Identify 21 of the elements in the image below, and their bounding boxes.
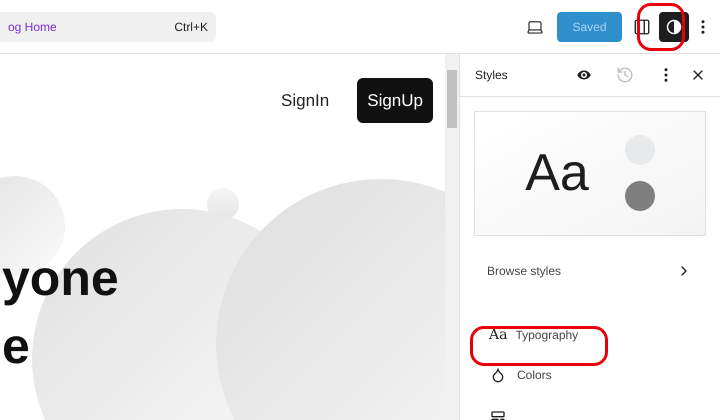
scrollbar[interactable]	[445, 54, 459, 420]
page-title: og Home	[8, 18, 57, 36]
sidebar-toggle-icon[interactable]	[633, 18, 651, 36]
signup-button[interactable]: SignUp	[357, 78, 433, 123]
contrast-icon	[666, 18, 682, 34]
command-search-field[interactable]: og Home Ctrl+K	[0, 12, 216, 42]
typography-glyph: Aa	[489, 326, 508, 344]
colors-item[interactable]: Colors	[474, 360, 706, 390]
hero-headline: yone	[1, 253, 120, 303]
droplet-icon	[490, 367, 506, 383]
color-swatch	[624, 181, 655, 212]
highlight-ring	[637, 3, 685, 51]
preview-sample-text: Aa	[525, 147, 589, 200]
scrollbar-thumb[interactable]	[447, 70, 457, 128]
hero-headline: e	[1, 321, 31, 371]
browse-styles-item[interactable]: Browse styles	[474, 258, 706, 284]
styles-toggle-button[interactable]	[659, 12, 689, 42]
signin-link[interactable]: SignIn	[281, 88, 330, 114]
panel-title: Styles	[475, 67, 509, 84]
typography-item[interactable]: Aa Typography	[474, 320, 706, 350]
shortcut-hint: Ctrl+K	[174, 18, 208, 36]
